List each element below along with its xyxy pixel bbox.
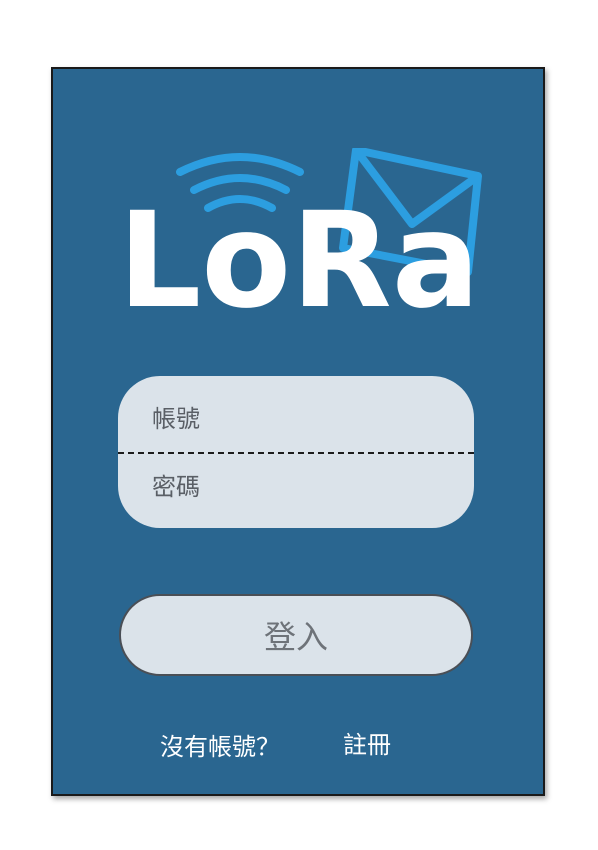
login-button[interactable]: 登入	[119, 594, 473, 676]
no-account-text: 沒有帳號？	[160, 733, 280, 761]
credentials-box	[118, 376, 474, 528]
logo-wordmark: LoRa	[118, 184, 480, 314]
password-field[interactable]	[118, 456, 474, 518]
register-link[interactable]: 註冊	[343, 725, 391, 760]
field-divider	[118, 452, 474, 454]
lora-logo: LoRa	[118, 148, 482, 314]
username-field[interactable]	[118, 388, 474, 450]
